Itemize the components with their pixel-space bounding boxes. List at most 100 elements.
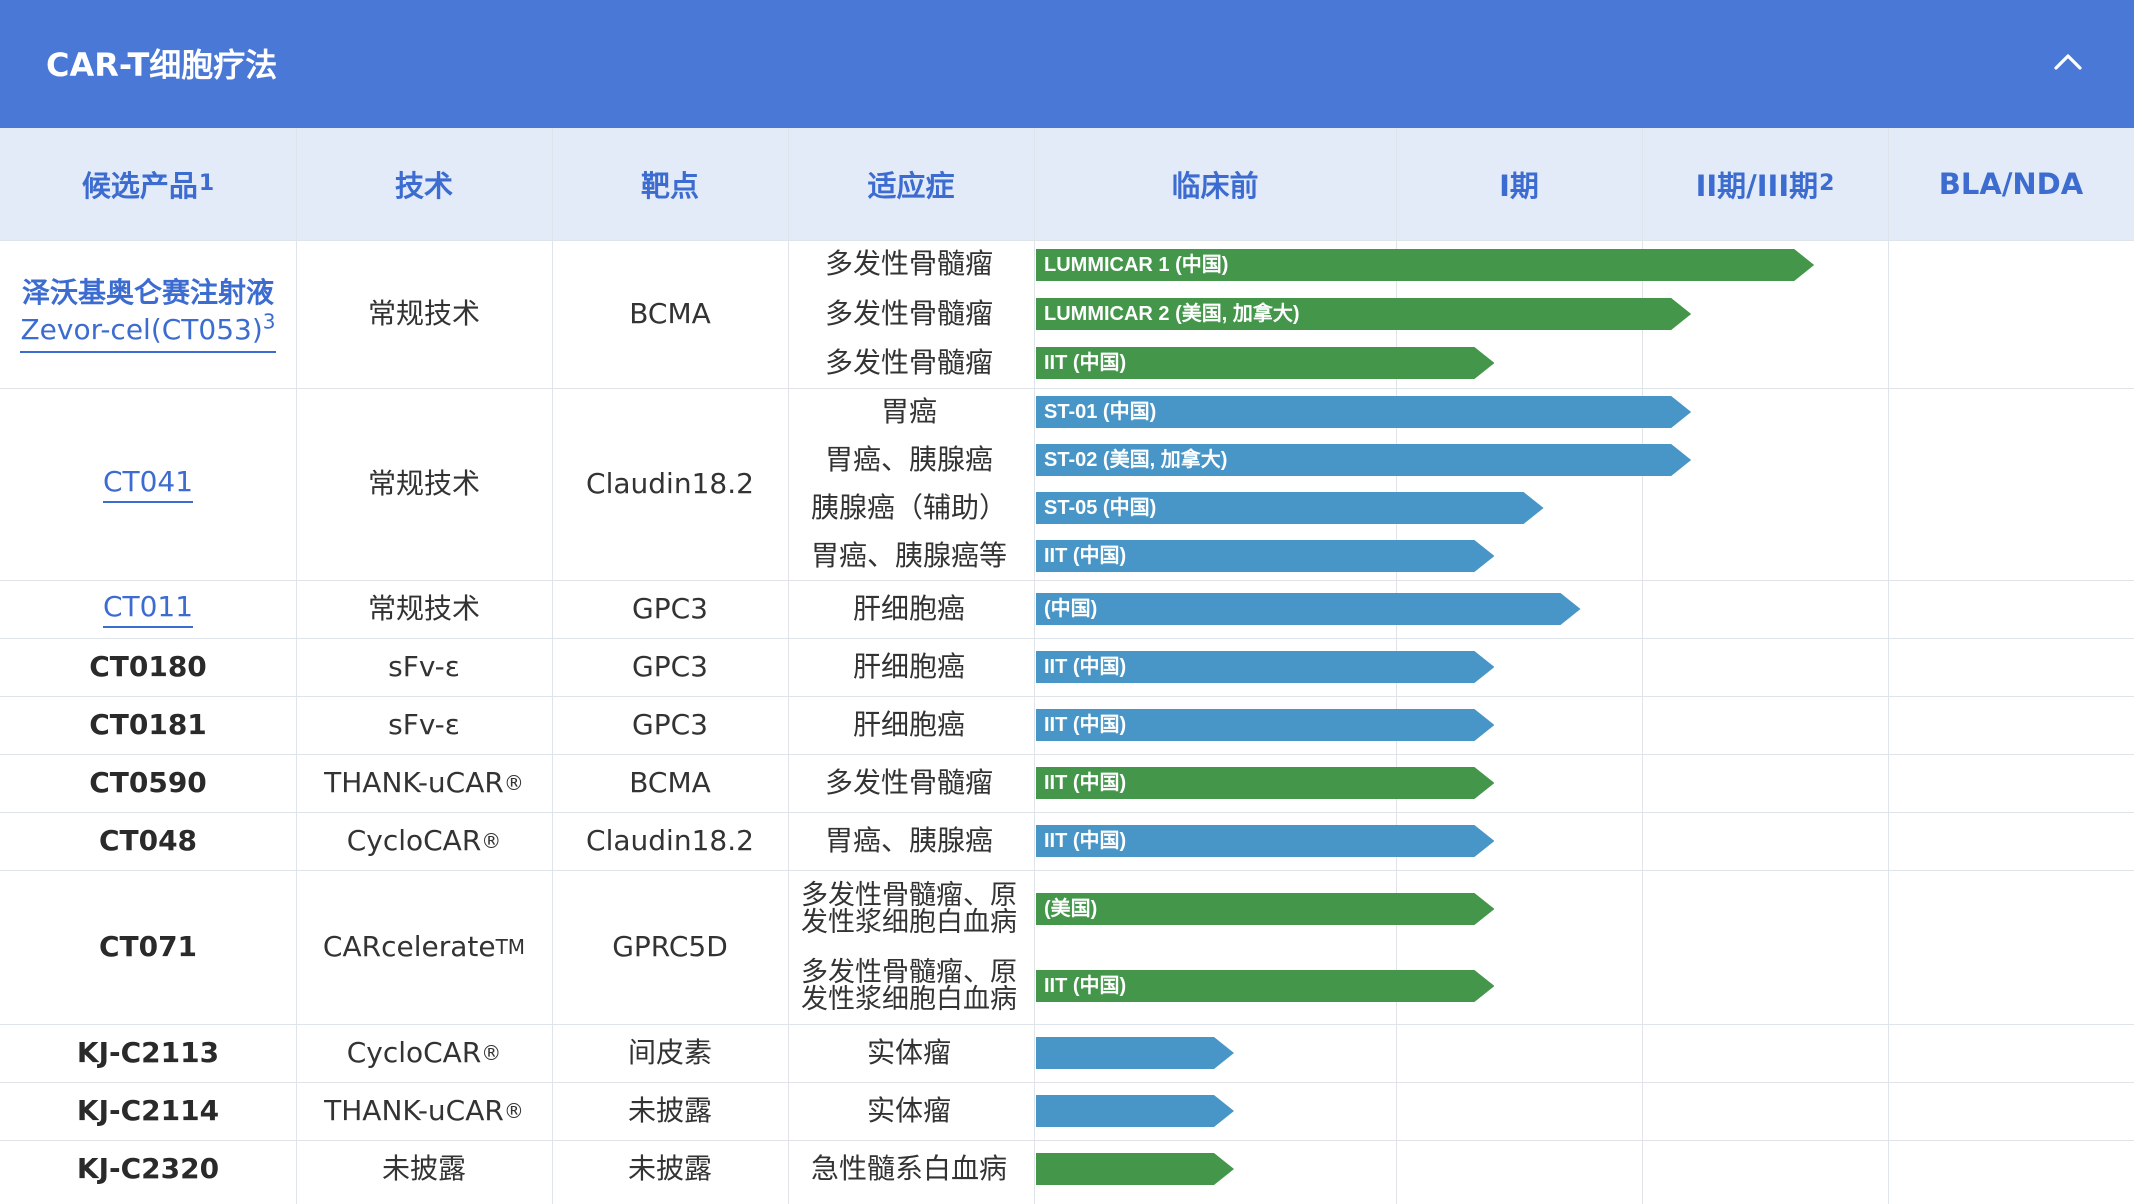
section-header[interactable]: CAR-T细胞疗法 (0, 0, 2134, 128)
indication-label: 胰腺癌（辅助） (810, 490, 1007, 524)
candidate-name: CT0590 (0, 754, 296, 812)
bar-label: ST-05 (中国) (1044, 497, 1157, 519)
technology-cell: THANK-uCAR ® (324, 766, 524, 800)
technology-label: 常规技术 (367, 592, 480, 626)
progress-bar: LUMMICAR 2 (美国, 加拿大) (1036, 298, 1692, 330)
indication-label: 多发性骨髓瘤、原发性浆细胞白血病 (801, 956, 1017, 1015)
candidate-label: KJ-C2114 (76, 1094, 220, 1128)
indication-label: 多发性骨髓瘤 (824, 247, 993, 281)
indication-label: 胃癌、胰腺癌 (824, 823, 993, 857)
candidate-name: KJ-C2113 (0, 1024, 296, 1082)
bar-label: IIT (中国) (1044, 830, 1127, 852)
technology-cell: sFv-ε (296, 696, 552, 754)
section-title: CAR-T细胞疗法 (46, 46, 278, 84)
progress-bar: IIT (中国) (1036, 651, 1495, 683)
technology-cell: CARcelerate TM (322, 930, 526, 964)
column-header-label: 适应症 (867, 169, 955, 203)
candidate-label: KJ-C2113 (76, 1036, 220, 1070)
progress-bar: ST-05 (中国) (1036, 492, 1544, 524)
candidate-label: CT0180 (89, 650, 207, 684)
candidate-label: KJ-C2320 (76, 1152, 220, 1186)
progress-bar: (美国) (1036, 892, 1495, 925)
target-cell: GPC3 (632, 708, 708, 742)
technology-label: 常规技术 (367, 467, 480, 501)
technology-label: CycloCAR (346, 1036, 482, 1070)
column-header-label: BLA/NDA (1938, 167, 2084, 201)
column-header-1: 技术 (296, 128, 552, 240)
candidate-name: KJ-C2320 (0, 1140, 296, 1198)
candidate-name: CT048 (0, 812, 296, 870)
technology-label: 常规技术 (367, 297, 480, 331)
chevron-up-icon[interactable] (2052, 46, 2084, 78)
candidate-label: CT011 (102, 590, 194, 629)
column-header-label: 靶点 (640, 169, 699, 203)
target-cell: 未披露 (627, 1152, 712, 1186)
progress-bar: (中国) (1036, 593, 1581, 625)
progress-arrow (1036, 593, 1581, 625)
column-header-4: 临床前 (1034, 128, 1396, 240)
progress-bar: LUMMICAR 1 (中国) (1036, 248, 1815, 281)
indication-label: 实体瘤 (866, 1093, 951, 1127)
bar-label: LUMMICAR 2 (美国, 加拿大) (1044, 303, 1300, 325)
column-header-label: 候选产品 (81, 169, 198, 203)
candidate-name-en: Zevor-cel(CT053) (20, 312, 263, 346)
candidate-label: CT0590 (89, 766, 207, 800)
candidate-name: CT0181 (0, 696, 296, 754)
indication-label: 多发性骨髓瘤 (824, 345, 993, 379)
indication-label: 胃癌、胰腺癌 (824, 442, 993, 476)
technology-cell: sFv-ε (296, 638, 552, 696)
target-cell: GPRC5D (612, 930, 728, 964)
indication-label: 多发性骨髓瘤 (824, 765, 993, 799)
indication-label: 急性髓系白血病 (810, 1151, 1007, 1185)
column-header-7: BLA/NDA (1888, 128, 2134, 240)
candidate-label: CT071 (98, 930, 198, 964)
indication-label: 多发性骨髓瘤 (824, 296, 993, 330)
candidate-name[interactable]: CT041 (0, 388, 296, 580)
technology-cell: CycloCAR ® (346, 824, 502, 858)
candidate-label: CT0181 (89, 708, 207, 742)
indication-label: 多发性骨髓瘤、原发性浆细胞白血病 (801, 879, 1017, 938)
candidate-link[interactable]: 泽沃基奥仑赛注射液 Zevor-cel(CT053)3 (20, 275, 276, 353)
technology-label: sFv-ε (388, 650, 460, 684)
target-cell: BCMA (629, 766, 711, 800)
progress-bar: IIT (中国) (1036, 767, 1495, 799)
progress-bar: IIT (中国) (1036, 347, 1495, 380)
bar-label: IIT (中国) (1044, 545, 1127, 567)
progress-arrow (1036, 1095, 1234, 1127)
column-header-3: 适应症 (788, 128, 1034, 240)
progress-bar: IIT (中国) (1036, 540, 1495, 572)
target-cell: 未披露 (627, 1094, 712, 1128)
indication-label: 胃癌 (880, 394, 937, 428)
candidate-name[interactable]: 泽沃基奥仑赛注射液 Zevor-cel(CT053)3 (0, 240, 296, 388)
column-header-0: 候选产品 1 (0, 128, 296, 240)
candidate-name[interactable]: CT011 (0, 580, 296, 638)
candidate-name: CT0180 (0, 638, 296, 696)
progress-bar (1036, 1153, 1234, 1185)
technology-cell: 常规技术 (296, 240, 552, 388)
target-cell: BCMA (629, 297, 711, 331)
target-cell: Claudin18.2 (586, 824, 754, 858)
column-divider (1888, 128, 1889, 1204)
technology-cell: THANK-uCAR ® (324, 1094, 524, 1128)
technology-label: sFv-ε (388, 708, 460, 742)
technology-cell: CycloCAR ® (346, 1036, 502, 1070)
target-cell: Claudin18.2 (586, 467, 754, 501)
progress-bar: IIT (中国) (1036, 709, 1495, 741)
bar-label: LUMMICAR 1 (中国) (1044, 253, 1229, 276)
progress-bar (1036, 1095, 1234, 1127)
target-cell: GPC3 (632, 592, 708, 626)
column-header-label: II期/III期 (1695, 169, 1819, 203)
column-header-2: 靶点 (552, 128, 788, 240)
column-divider (1034, 128, 1035, 1204)
bar-label: (美国) (1044, 897, 1098, 920)
progress-arrow (1036, 1153, 1234, 1185)
column-header-5: I期 (1396, 128, 1642, 240)
bar-label: IIT (中国) (1044, 352, 1127, 375)
target-cell: 间皮素 (627, 1036, 712, 1070)
pipeline-table: 候选产品 1 技术 靶点 适应症 临床前 I期 II期/III期 2 BLA/NDA 泽沃基奥仑赛注… (0, 128, 2134, 1204)
indication-label: 肝细胞癌 (852, 591, 965, 625)
column-divider (1642, 128, 1643, 1204)
bar-label: ST-02 (美国, 加拿大) (1044, 449, 1228, 471)
candidate-name-cn: 泽沃基奥仑赛注射液 (21, 276, 274, 310)
progress-bar (1036, 1037, 1234, 1069)
